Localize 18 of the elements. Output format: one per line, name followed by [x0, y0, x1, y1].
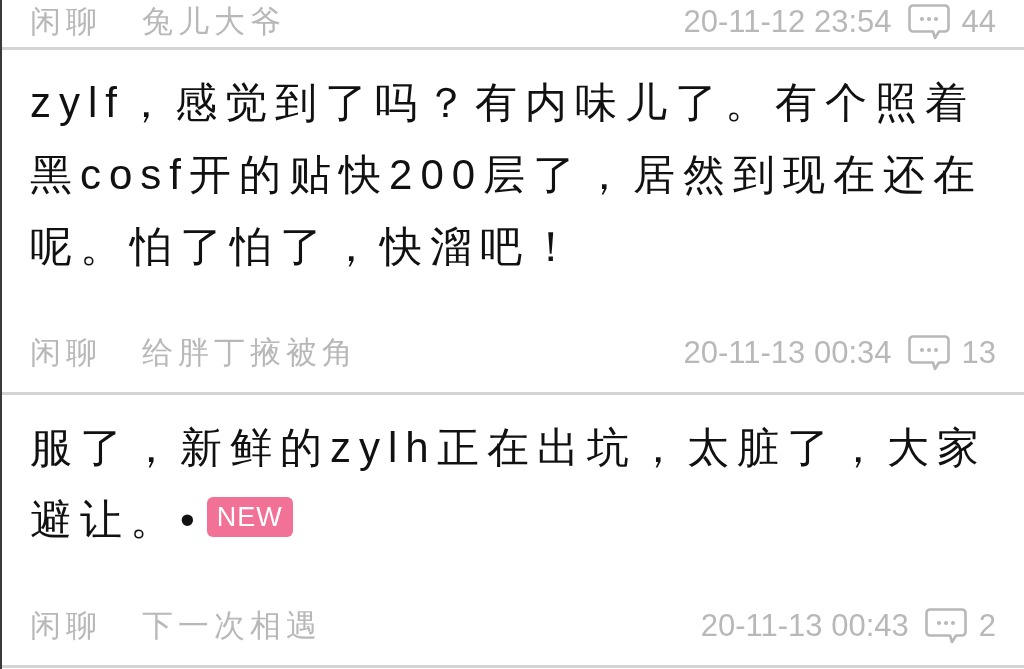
comment-icon — [907, 4, 950, 40]
comment-icon — [907, 335, 950, 371]
post-time: 20-11-12 23:54 — [683, 4, 892, 40]
post-time: 20-11-13 00:43 — [700, 608, 909, 644]
category-label: 闲聊 — [30, 334, 102, 372]
category-label: 闲聊 — [30, 607, 102, 645]
author-name: 兔儿大爷 — [142, 3, 286, 41]
author-name: 给胖丁掖被角 — [142, 334, 358, 372]
post-title[interactable]: 服了，新鲜的zylh正在出坑，太脏了，大家避让。• NEW — [30, 412, 996, 556]
post-time: 20-11-13 00:34 — [683, 335, 892, 371]
reply-count: 13 — [961, 335, 996, 371]
new-badge: NEW — [206, 496, 293, 537]
category-label: 闲聊 — [30, 3, 102, 41]
comment-icon — [924, 608, 967, 644]
reply-count: 44 — [961, 4, 996, 40]
post-title[interactable]: zylf，感觉到了吗？有内味儿了。有个照着黑cosf开的贴快200层了，居然到现在还在呢。怕了怕了，快溜吧！ — [30, 67, 996, 283]
reply-count: 2 — [978, 608, 996, 644]
author-name: 下一次相遇 — [142, 607, 322, 645]
